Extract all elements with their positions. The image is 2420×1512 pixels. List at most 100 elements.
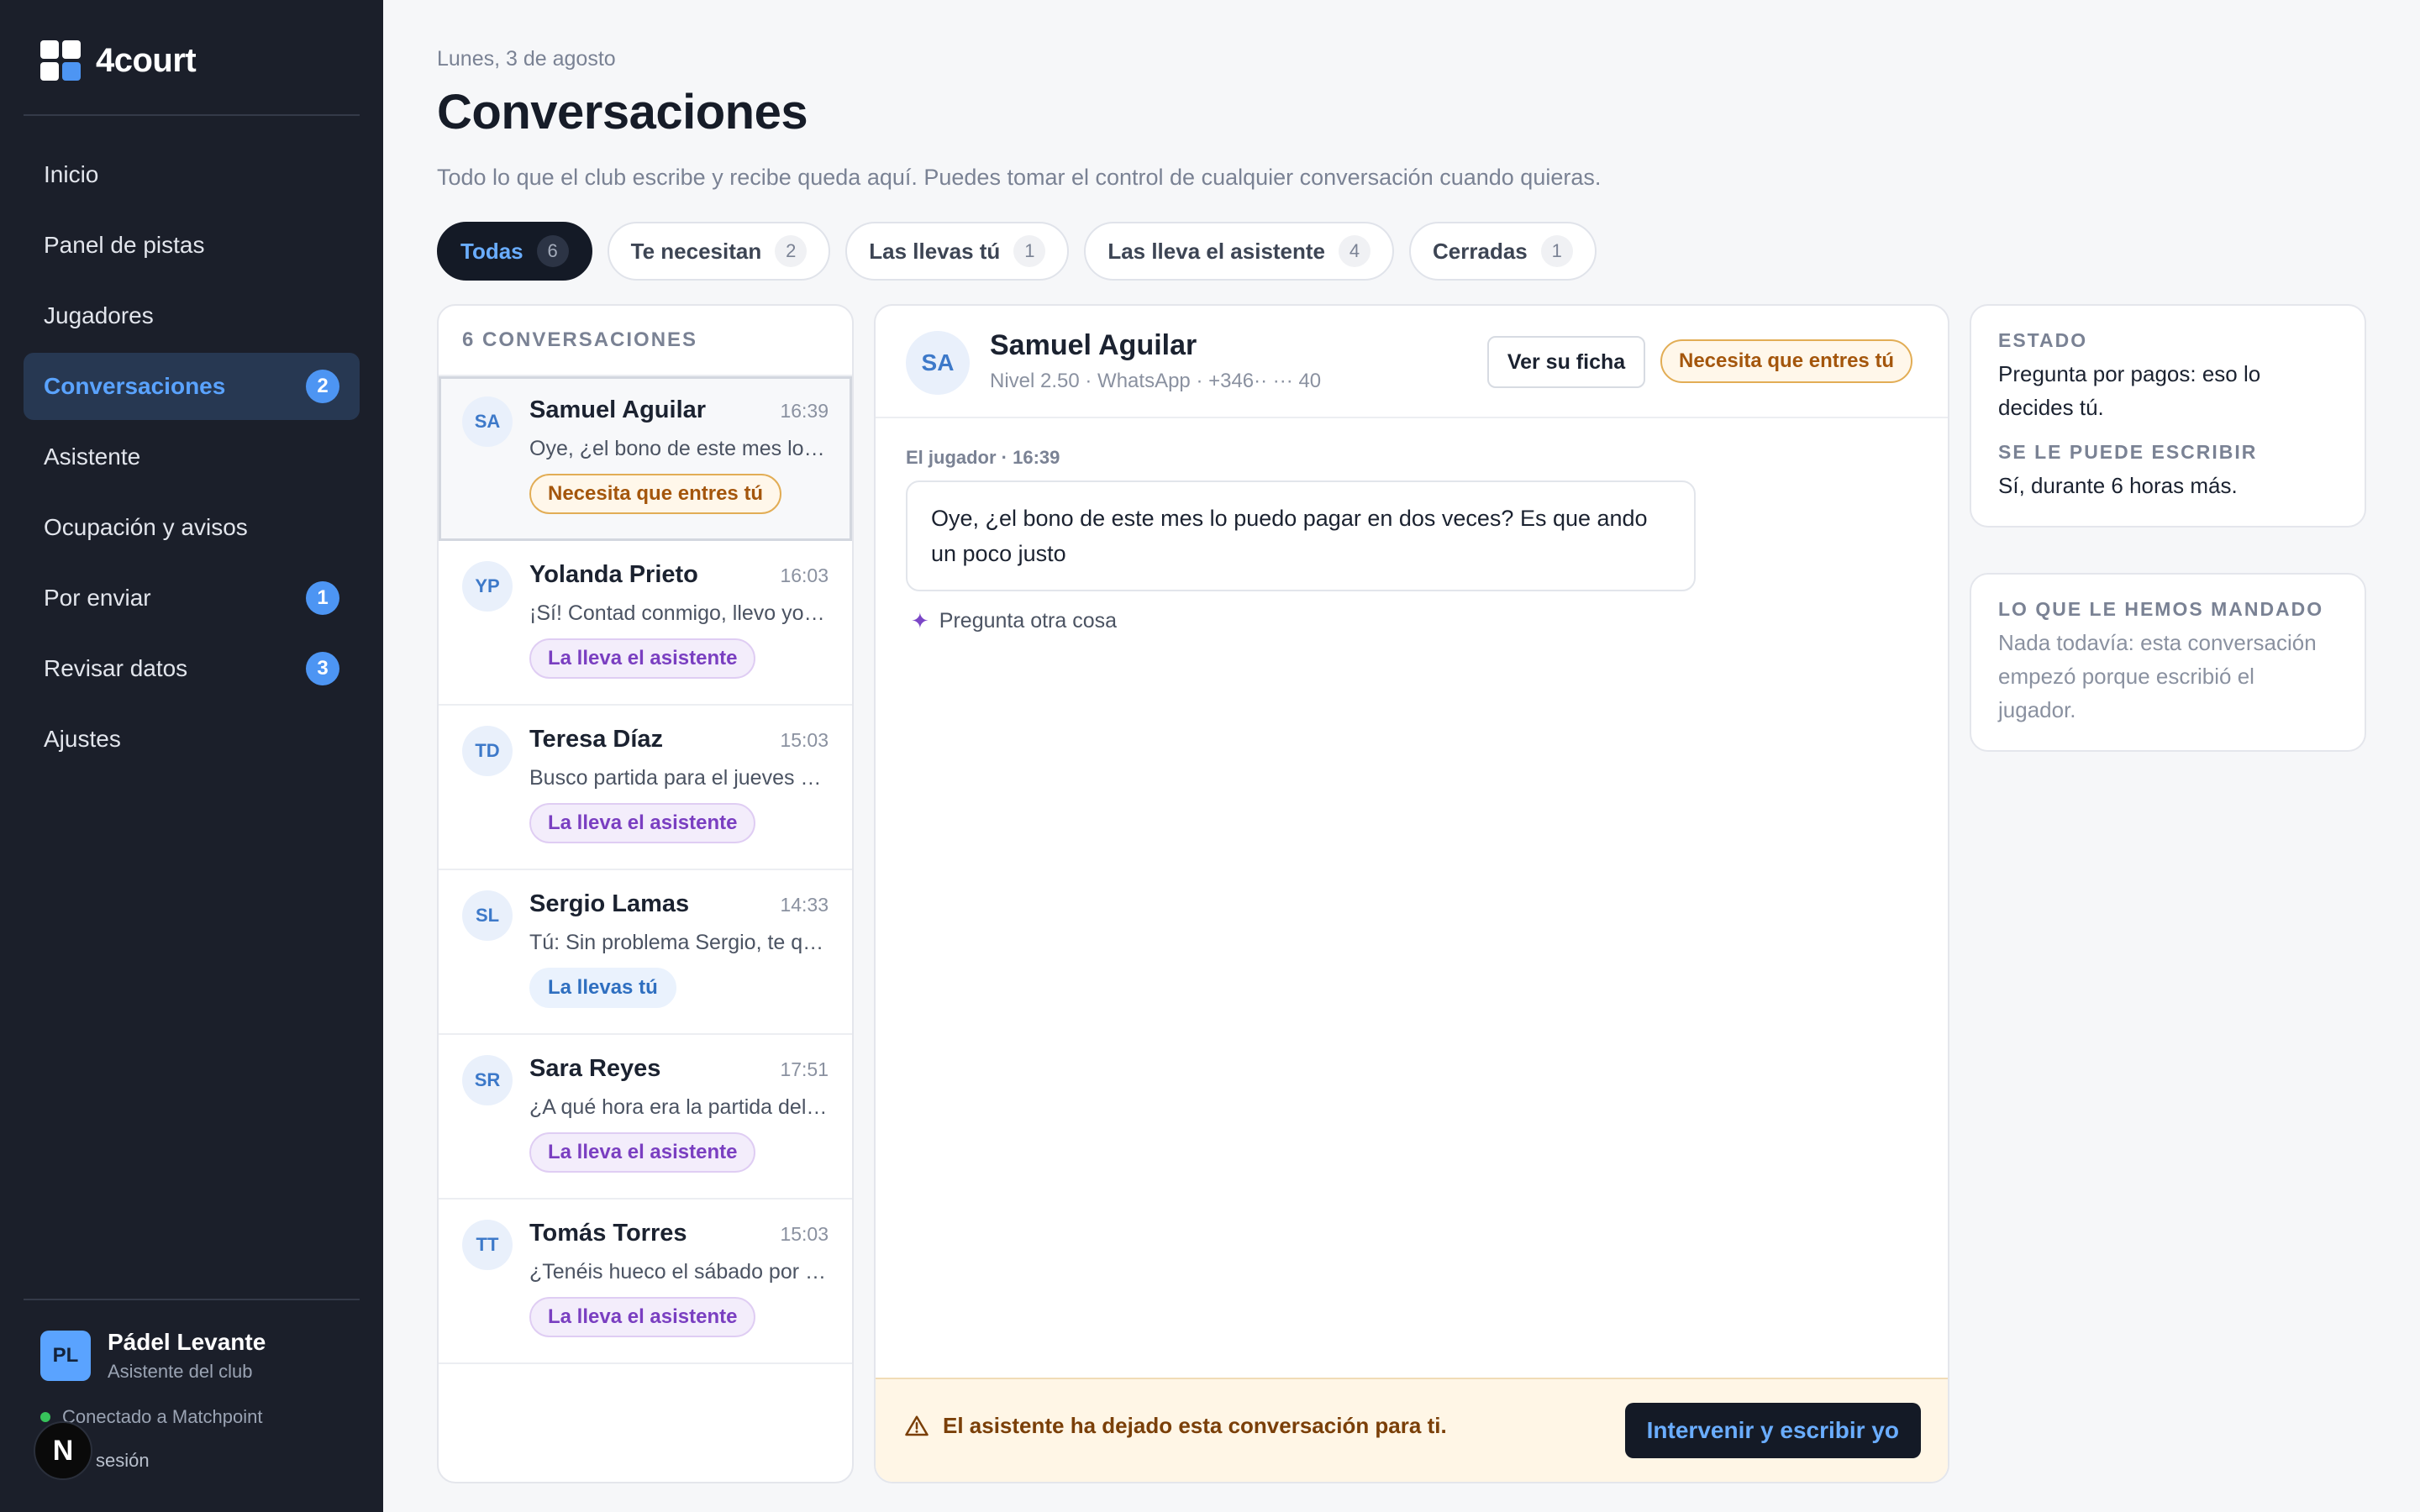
sidebar-item-jugadores[interactable]: Jugadores — [24, 282, 360, 349]
conversation-name: Tomás Torres — [529, 1220, 687, 1247]
logout-link[interactable]: sesión — [96, 1450, 150, 1472]
message-bubble: Oye, ¿el bono de este mes lo puedo pagar… — [906, 480, 1696, 591]
sidebar-item-label: Revisar datos — [44, 655, 188, 681]
ask-other-label: Pregunta otra cosa — [939, 609, 1118, 633]
conversation-name: Samuel Aguilar — [529, 396, 707, 423]
sidebar-divider — [24, 1299, 360, 1300]
list-item[interactable]: SL Sergio Lamas 14:33 Tú: Sin problema S… — [439, 870, 852, 1035]
sidebar-item-panel-de-pistas[interactable]: Panel de pistas — [24, 212, 360, 279]
sidebar-item-label: Asistente — [44, 444, 141, 470]
sidebar-item-ajustes[interactable]: Ajustes — [24, 706, 360, 773]
list-item[interactable]: TD Teresa Díaz 15:03 Busco partida para … — [439, 706, 852, 870]
filter-te-necesitan[interactable]: Te necesitan 2 — [607, 222, 831, 281]
avatar: TT — [462, 1220, 513, 1270]
conversation-time: 14:33 — [780, 894, 829, 916]
avatar: SL — [462, 890, 513, 941]
write-text: Sí, durante 6 horas más. — [1998, 473, 2238, 498]
filter-count: 1 — [1540, 235, 1573, 267]
nav-count-badge: 1 — [306, 581, 339, 615]
status-dot-icon — [40, 1412, 50, 1422]
sidebar-item-label: Conversaciones — [44, 373, 226, 399]
status-badge: Necesita que entres tú — [529, 474, 782, 514]
filter-cerradas[interactable]: Cerradas 1 — [1409, 222, 1597, 281]
brand-name: 4court — [96, 41, 197, 79]
nav-count-badge: 2 — [306, 370, 339, 403]
list-item[interactable]: YP Yolanda Prieto 16:03 ¡Sí! Contad conm… — [439, 541, 852, 706]
club-role: Asistente del club — [108, 1361, 253, 1382]
sidebar-item-label: Ocupación y avisos — [44, 514, 248, 540]
filter-label: Las llevas tú — [869, 238, 1001, 264]
list-item[interactable]: TT Tomás Torres 15:03 ¿Tenéis hueco el s… — [439, 1200, 852, 1364]
filter-label: Todas — [460, 238, 523, 264]
chat-contact-meta: Nivel 2.50 · WhatsApp · +346·· ··· 40 — [990, 370, 1322, 392]
chat-panel: SA Samuel Aguilar Nivel 2.50 · WhatsApp … — [874, 304, 1949, 1483]
filter-las-lleva-el-asistente[interactable]: Las lleva el asistente 4 — [1084, 222, 1395, 281]
sidebar-divider — [24, 114, 360, 116]
sidebar: 4court Inicio Panel de pistas Jugadores … — [0, 0, 383, 1512]
handoff-banner: El asistente ha dejado esta conversación… — [876, 1378, 1948, 1482]
sidebar-item-revisar-datos[interactable]: Revisar datos 3 — [24, 635, 360, 702]
state-text: Pregunta por pagos: eso lo decides tú. — [1998, 361, 2261, 420]
status-card: ESTADO Pregunta por pagos: eso lo decide… — [1970, 304, 2366, 528]
page-subtitle: Todo lo que el club escribe y recibe que… — [437, 165, 1602, 190]
app-logo-icon — [40, 40, 81, 81]
chat-contact-name: Samuel Aguilar — [990, 329, 1197, 361]
intervene-button[interactable]: Intervenir y escribir yo — [1624, 1403, 1921, 1458]
status-badge: La llevas tú — [529, 968, 676, 1008]
conversation-name: Sara Reyes — [529, 1055, 661, 1082]
sidebar-item-conversaciones[interactable]: Conversaciones 2 — [24, 353, 360, 420]
conversation-list-heading: 6 CONVERSACIONES — [439, 306, 852, 376]
conversation-preview: Busco partida para el jueves por la tard… — [529, 766, 830, 790]
conversation-name: Teresa Díaz — [529, 726, 664, 753]
list-item[interactable]: SA Samuel Aguilar 16:39 Oye, ¿el bono de… — [439, 376, 852, 541]
status-badge: La lleva el asistente — [529, 803, 756, 843]
avatar: SA — [906, 331, 970, 395]
filter-tabs: Todas 6 Te necesitan 2 Las llevas tú 1 L… — [437, 222, 1612, 281]
filter-todas[interactable]: Todas 6 — [437, 222, 592, 281]
filter-las-llevas-tu[interactable]: Las llevas tú 1 — [845, 222, 1070, 281]
conversation-name: Sergio Lamas — [529, 890, 690, 917]
filter-count: 6 — [536, 235, 569, 267]
current-date: Lunes, 3 de agosto — [437, 47, 616, 71]
sidebar-item-label: Ajustes — [44, 726, 121, 752]
sidebar-item-ocupacion-y-avisos[interactable]: Ocupación y avisos — [24, 494, 360, 561]
conversation-time: 16:03 — [780, 564, 829, 586]
view-profile-button[interactable]: Ver su ficha — [1487, 336, 1645, 388]
sidebar-item-label: Inicio — [44, 161, 99, 187]
ask-other-button[interactable]: ✦ Pregunta otra cosa — [911, 608, 1117, 634]
conversation-preview: Oye, ¿el bono de este mes lo puedo pagar… — [529, 437, 830, 460]
filter-label: Las lleva el asistente — [1107, 238, 1326, 264]
club-profile[interactable]: PL Pádel Levante Asistente del club — [40, 1329, 266, 1383]
conversation-preview: ¡Sí! Contad conmigo, llevo yo las bolas — [529, 601, 830, 625]
conversation-time: 17:51 — [780, 1058, 829, 1080]
conversation-name: Yolanda Prieto — [529, 561, 698, 588]
avatar: SA — [462, 396, 513, 447]
sidebar-nav: Inicio Panel de pistas Jugadores Convers… — [24, 141, 360, 776]
conversation-preview: ¿Tenéis hueco el sábado por la mañana? — [529, 1260, 830, 1284]
handoff-warning: El asistente ha dejado esta conversación… — [904, 1413, 1447, 1439]
conversation-list: 6 CONVERSACIONES SA Samuel Aguilar 16:39… — [437, 304, 854, 1483]
dev-overlay-badge[interactable]: N — [34, 1421, 92, 1480]
connection-status-label: Conectado a Matchpoint — [62, 1406, 263, 1427]
conversation-time: 15:03 — [780, 729, 829, 751]
sent-messages-card: LO QUE LE HEMOS MANDADO Nada todavía: es… — [1970, 573, 2366, 752]
status-badge: Necesita que entres tú — [1660, 339, 1913, 383]
list-item[interactable]: SR Sara Reyes 17:51 ¿A qué hora era la p… — [439, 1035, 852, 1200]
status-badge: La lleva el asistente — [529, 1132, 756, 1173]
sidebar-item-inicio[interactable]: Inicio — [24, 141, 360, 208]
filter-count: 2 — [775, 235, 808, 267]
sidebar-item-asistente[interactable]: Asistente — [24, 423, 360, 491]
page-title: Conversaciones — [437, 85, 808, 139]
brand[interactable]: 4court — [40, 40, 197, 81]
avatar: TD — [462, 726, 513, 776]
write-label: SE LE PUEDE ESCRIBIR — [1998, 441, 2258, 463]
sidebar-item-label: Por enviar — [44, 585, 151, 611]
status-badge: La lleva el asistente — [529, 1297, 756, 1337]
conversation-time: 15:03 — [780, 1223, 829, 1245]
sidebar-item-por-enviar[interactable]: Por enviar 1 — [24, 564, 360, 632]
avatar: YP — [462, 561, 513, 612]
filter-label: Cerradas — [1433, 238, 1528, 264]
filter-label: Te necesitan — [630, 238, 762, 264]
filter-count: 1 — [1013, 235, 1046, 267]
filter-count: 4 — [1339, 235, 1371, 267]
